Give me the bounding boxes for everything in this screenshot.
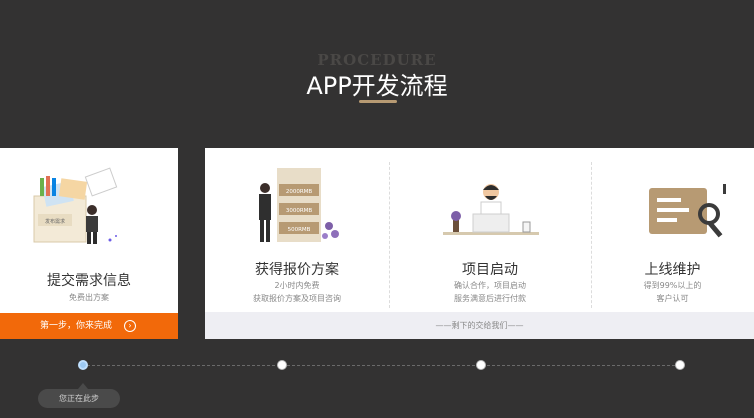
step-desc-line: 确认合作，项目启动 (454, 281, 526, 290)
step-submit: 提交需求信息 免费出方案 (0, 148, 178, 312)
step-desc-line: 获取报价方案及项目咨询 (253, 294, 341, 303)
section-title: APP开发流程 (306, 72, 448, 100)
step-desc-line: 客户认可 (656, 294, 689, 303)
current-step-tooltip: 您正在此步 (38, 383, 120, 408)
timeline-dot-step-2[interactable] (277, 360, 287, 370)
timeline-dot-step-3[interactable] (476, 360, 486, 370)
step-title: 项目启动 (462, 262, 518, 278)
step-desc-line: 免费出方案 (69, 293, 109, 302)
step-title: 上线维护 (644, 262, 701, 278)
step-card-submit: 发布需求 提交需求信息 免费出方案 第一步，你来完成 › (0, 148, 178, 339)
handoff-note: ——剩下的交给我们—— (205, 312, 754, 339)
timeline-line (82, 365, 680, 366)
step-one-cta-button[interactable]: 第一步，你来完成 › (0, 313, 178, 339)
step-desc-line: 得到99%以上的 (643, 281, 702, 290)
title-underline (359, 100, 397, 103)
timeline-dot-step-4[interactable] (675, 360, 685, 370)
timeline-dot-step-1[interactable] (78, 360, 88, 370)
step-title: 获得报价方案 (255, 262, 339, 278)
step-project-start: 项目启动 确认合作，项目启动 服务满意后进行付款 (389, 148, 591, 312)
section-header: PROCEDURE APP开发流程 (0, 0, 754, 120)
step-desc-line: 服务满意后进行付款 (454, 294, 526, 303)
step-desc-line: 2小时内免费 (274, 281, 320, 290)
steps-group-card: 2000RMB 3000RMB 500RMB 获得报价方案 2小时内免费 获取报… (205, 148, 754, 339)
cta-label: 第一步，你来完成 (40, 321, 113, 331)
step-launch: 上线维护 得到99%以上的 客户认可 (591, 148, 754, 312)
step-title: 提交需求信息 (47, 273, 131, 289)
arrow-right-icon: › (124, 320, 136, 332)
step-quote: 获得报价方案 2小时内免费 获取报价方案及项目咨询 (205, 148, 389, 312)
